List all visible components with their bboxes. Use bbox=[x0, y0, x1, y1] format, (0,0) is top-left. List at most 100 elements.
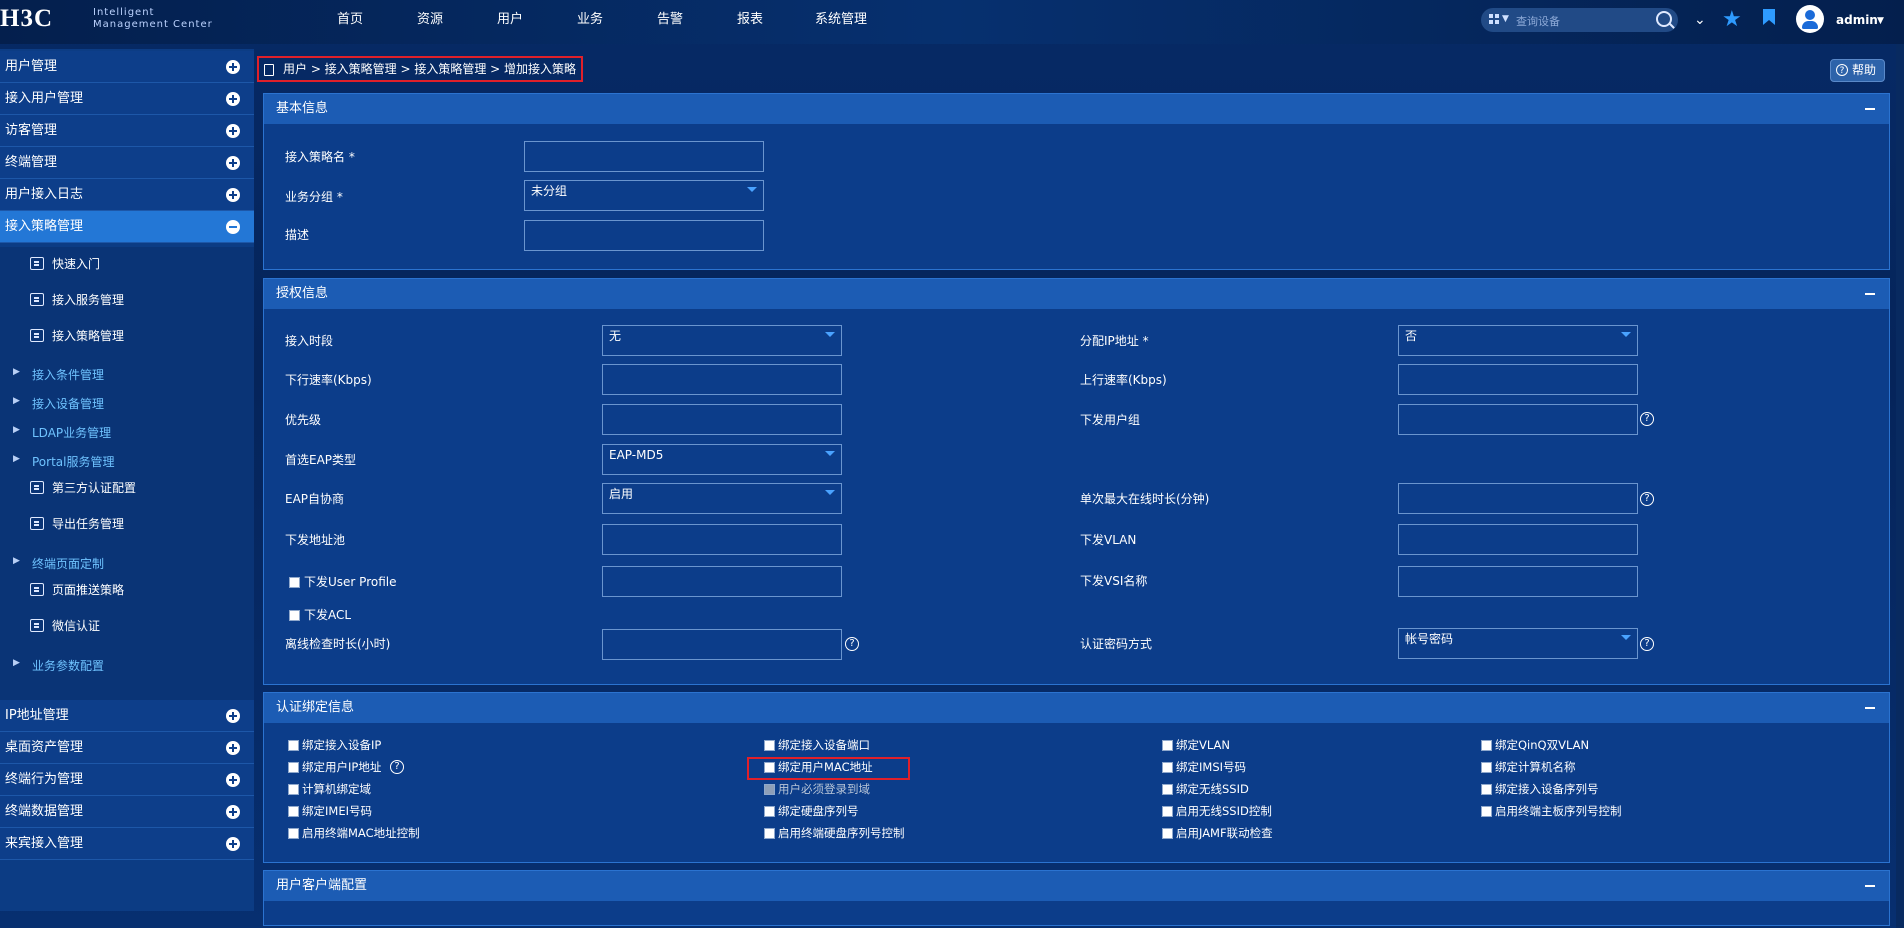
expand-icon[interactable] bbox=[226, 92, 240, 106]
expand-icon[interactable] bbox=[226, 188, 240, 202]
binding-checkbox[interactable] bbox=[1481, 806, 1492, 817]
submenu-service-params[interactable]: ▶ 业务参数配置 bbox=[0, 654, 254, 678]
downlink-rate-input[interactable] bbox=[602, 364, 842, 395]
binding-checkbox[interactable] bbox=[1481, 740, 1492, 751]
binding-checkbox[interactable] bbox=[1162, 762, 1173, 773]
sidebar-item-terminal[interactable]: 终端管理 bbox=[0, 147, 254, 179]
binding-checkbox[interactable] bbox=[764, 806, 775, 817]
caret-down-icon[interactable]: ▼ bbox=[1502, 14, 1509, 24]
binding-checkbox[interactable] bbox=[1162, 828, 1173, 839]
binding-checkbox[interactable] bbox=[288, 762, 299, 773]
uplink-rate-input[interactable] bbox=[1398, 364, 1638, 395]
offline-check-input[interactable] bbox=[602, 629, 842, 660]
expand-icon[interactable] bbox=[226, 156, 240, 170]
binding-checkbox[interactable] bbox=[1481, 784, 1492, 795]
nav-report[interactable]: 报表 bbox=[710, 0, 790, 40]
service-group-select[interactable]: 未分组 bbox=[524, 180, 764, 211]
submenu-access-policy[interactable]: 接入策略管理 bbox=[0, 324, 254, 348]
submenu-access-condition[interactable]: ▶ 接入条件管理 bbox=[0, 363, 254, 387]
sidebar-item-guest[interactable]: 访客管理 bbox=[0, 115, 254, 147]
nav-user[interactable]: 用户 bbox=[470, 0, 550, 40]
h3c-logo[interactable]: H3C bbox=[0, 5, 53, 33]
help-question-icon[interactable]: ? bbox=[1640, 637, 1654, 651]
access-period-select[interactable]: 无 bbox=[602, 325, 842, 356]
user-profile-input[interactable] bbox=[602, 566, 842, 597]
assign-ip-select[interactable]: 否 bbox=[1398, 325, 1638, 356]
vsi-name-input[interactable] bbox=[1398, 566, 1638, 597]
nav-home[interactable]: 首页 bbox=[310, 0, 390, 40]
sidebar-item-terminal-data[interactable]: 终端数据管理 bbox=[0, 796, 254, 828]
submenu-quick-start[interactable]: 快速入门 bbox=[0, 252, 254, 276]
collapse-icon[interactable] bbox=[1865, 885, 1875, 887]
user-avatar[interactable] bbox=[1796, 5, 1824, 33]
search-icon[interactable] bbox=[1656, 11, 1672, 27]
address-pool-input[interactable] bbox=[602, 524, 842, 555]
eap-type-select[interactable]: EAP-MD5 bbox=[602, 444, 842, 475]
expand-icon[interactable] bbox=[226, 837, 240, 851]
expand-triangle-icon[interactable]: ▶ bbox=[13, 396, 20, 406]
acl-checkbox[interactable] bbox=[289, 610, 300, 621]
binding-checkbox[interactable] bbox=[1162, 784, 1173, 795]
expand-triangle-icon[interactable]: ▶ bbox=[13, 454, 20, 464]
binding-checkbox[interactable] bbox=[288, 740, 299, 751]
search-input[interactable] bbox=[1514, 11, 1638, 31]
submenu-ldap[interactable]: ▶ LDAP业务管理 bbox=[0, 421, 254, 445]
binding-checkbox[interactable] bbox=[1481, 762, 1492, 773]
sidebar-item-desktop-asset[interactable]: 桌面资产管理 bbox=[0, 732, 254, 764]
binding-checkbox[interactable] bbox=[764, 740, 775, 751]
expand-icon[interactable] bbox=[226, 124, 240, 138]
nav-system[interactable]: 系统管理 bbox=[790, 0, 892, 40]
help-question-icon[interactable]: ? bbox=[1640, 492, 1654, 506]
binding-checkbox[interactable] bbox=[1162, 740, 1173, 751]
help-question-icon[interactable]: ? bbox=[390, 760, 404, 774]
expand-triangle-icon[interactable]: ▶ bbox=[13, 658, 20, 668]
submenu-wechat-auth[interactable]: 微信认证 bbox=[0, 614, 254, 638]
expand-triangle-icon[interactable]: ▶ bbox=[13, 367, 20, 377]
binding-checkbox[interactable] bbox=[1162, 806, 1173, 817]
sidebar-item-access-log[interactable]: 用户接入日志 bbox=[0, 179, 254, 211]
help-question-icon[interactable]: ? bbox=[845, 637, 859, 651]
sidebar-item-access-user[interactable]: 接入用户管理 bbox=[0, 83, 254, 115]
device-type-icon[interactable] bbox=[1489, 14, 1500, 25]
expand-triangle-icon[interactable]: ▶ bbox=[13, 425, 20, 435]
help-button[interactable]: ? 帮助 bbox=[1830, 59, 1885, 82]
policy-name-input[interactable] bbox=[524, 141, 764, 172]
user-profile-checkbox[interactable] bbox=[289, 577, 300, 588]
sidebar-item-user-mgmt[interactable]: 用户管理 bbox=[0, 51, 254, 83]
binding-checkbox[interactable] bbox=[288, 784, 299, 795]
username[interactable]: admin bbox=[1836, 0, 1878, 40]
description-input[interactable] bbox=[524, 220, 764, 251]
expand-icon[interactable] bbox=[226, 773, 240, 787]
nav-resource[interactable]: 资源 bbox=[390, 0, 470, 40]
help-question-icon[interactable]: ? bbox=[1640, 412, 1654, 426]
binding-checkbox[interactable] bbox=[288, 828, 299, 839]
page-scrollbar[interactable] bbox=[1896, 44, 1904, 928]
favorite-star-icon[interactable]: ★ bbox=[1722, 8, 1742, 32]
submenu-third-party-auth[interactable]: 第三方认证配置 bbox=[0, 476, 254, 500]
sidebar-item-terminal-behavior[interactable]: 终端行为管理 bbox=[0, 764, 254, 796]
collapse-icon[interactable] bbox=[1865, 707, 1875, 709]
priority-input[interactable] bbox=[602, 404, 842, 435]
expand-triangle-icon[interactable]: ▶ bbox=[13, 556, 20, 566]
binding-checkbox[interactable] bbox=[764, 828, 775, 839]
submenu-access-service[interactable]: 接入服务管理 bbox=[0, 288, 254, 312]
expand-icon[interactable] bbox=[226, 709, 240, 723]
expand-icon[interactable] bbox=[226, 741, 240, 755]
nav-alarm[interactable]: 告警 bbox=[630, 0, 710, 40]
binding-checkbox[interactable] bbox=[288, 806, 299, 817]
eap-negotiation-select[interactable]: 启用 bbox=[602, 483, 842, 514]
collapse-icon[interactable] bbox=[1865, 293, 1875, 295]
max-online-input[interactable] bbox=[1398, 483, 1638, 514]
collapse-icon[interactable] bbox=[226, 220, 240, 234]
collapse-icon[interactable] bbox=[1865, 108, 1875, 110]
user-group-input[interactable] bbox=[1398, 404, 1638, 435]
vlan-input[interactable] bbox=[1398, 524, 1638, 555]
submenu-portal[interactable]: ▶ Portal服务管理 bbox=[0, 450, 254, 474]
sidebar-item-ip-mgmt[interactable]: IP地址管理 bbox=[0, 700, 254, 732]
submenu-terminal-page[interactable]: ▶ 终端页面定制 bbox=[0, 552, 254, 576]
password-mode-select[interactable]: 帐号密码 bbox=[1398, 628, 1638, 659]
expand-icon[interactable] bbox=[226, 60, 240, 74]
expand-icon[interactable] bbox=[226, 805, 240, 819]
submenu-access-device[interactable]: ▶ 接入设备管理 bbox=[0, 392, 254, 416]
sidebar-item-guest-access[interactable]: 来宾接入管理 bbox=[0, 828, 254, 860]
